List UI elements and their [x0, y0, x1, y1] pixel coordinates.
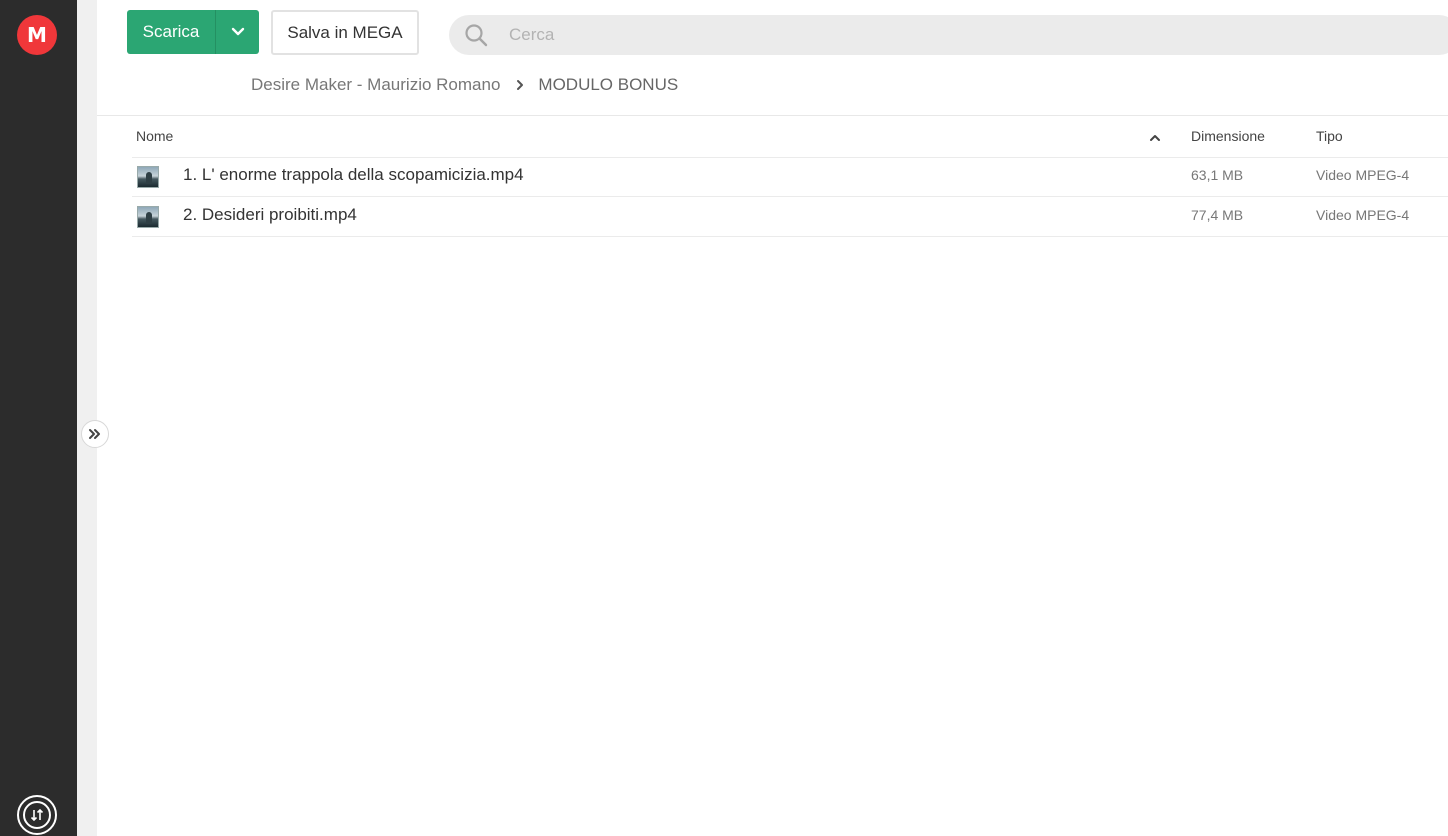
breadcrumb: Desire Maker - Maurizio Romano MODULO BO… — [251, 74, 678, 96]
save-in-mega-button[interactable]: Salva in MEGA — [271, 10, 419, 55]
file-type: Video MPEG-4 — [1316, 167, 1410, 183]
file-name: 1. L' enorme trappola della scopamicizia… — [183, 165, 524, 184]
side-panel-strip — [77, 0, 97, 836]
breadcrumb-item-root[interactable]: Desire Maker - Maurizio Romano — [251, 75, 500, 95]
table-row[interactable]: 1. L' enorme trappola della scopamicizia… — [132, 157, 1448, 197]
sidebar: M — [0, 0, 77, 836]
search-icon — [463, 22, 489, 48]
chevron-right-icon — [516, 79, 524, 91]
transfer-icon — [23, 801, 51, 829]
logo-letter: M — [27, 23, 47, 47]
download-options-button[interactable] — [216, 10, 259, 54]
breadcrumb-item-current[interactable]: MODULO BONUS — [538, 75, 678, 95]
search-input[interactable] — [509, 25, 1209, 45]
app-window: M Scarica Salva in MEGA Cerca Desire Mak… — [0, 0, 1448, 836]
file-name: 2. Desideri proibiti.mp4 — [183, 205, 357, 224]
sort-ascending-icon[interactable] — [1148, 131, 1162, 145]
file-size: 63,1 MB — [1191, 167, 1244, 183]
mega-logo-icon[interactable]: M — [17, 15, 57, 55]
double-chevron-right-icon — [89, 429, 100, 439]
column-header-type[interactable]: Tipo — [1316, 128, 1343, 144]
column-header-size[interactable]: Dimensione — [1191, 128, 1265, 144]
video-thumbnail — [137, 166, 159, 188]
divider — [97, 115, 1448, 116]
download-button[interactable]: Scarica — [127, 10, 215, 54]
expand-panel-button[interactable] — [81, 420, 109, 448]
video-thumbnail — [137, 206, 159, 228]
transfer-manager-button[interactable] — [17, 795, 57, 835]
column-header-name[interactable]: Nome — [136, 128, 173, 144]
download-split-button: Scarica — [127, 10, 259, 54]
chevron-down-icon — [231, 27, 244, 36]
search-bar — [449, 15, 1448, 55]
file-type: Video MPEG-4 — [1316, 207, 1410, 223]
table-row[interactable]: 2. Desideri proibiti.mp4 77,4 MB Video M… — [132, 197, 1448, 237]
file-size: 77,4 MB — [1191, 207, 1244, 223]
